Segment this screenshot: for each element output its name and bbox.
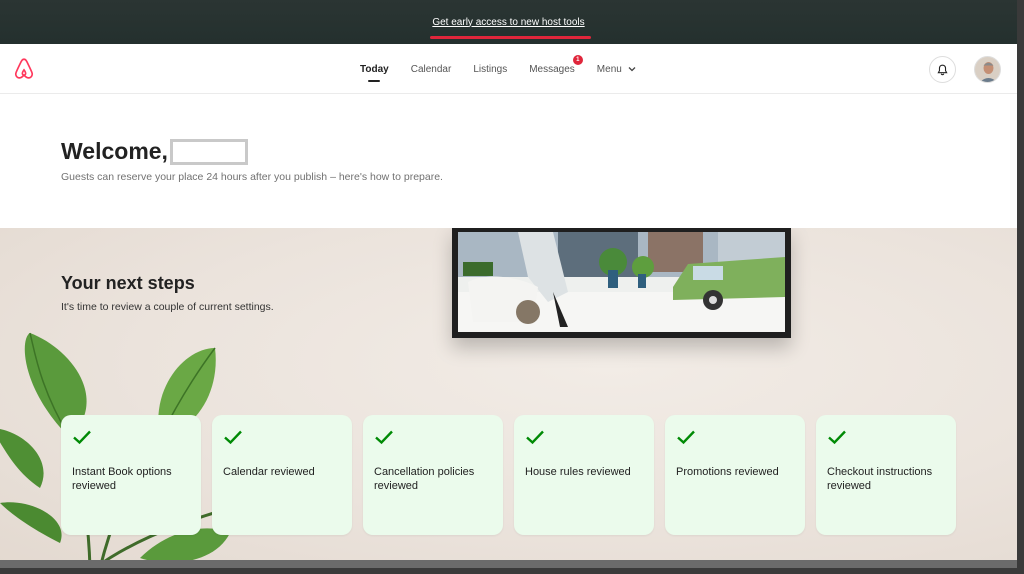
main-nav: Today Calendar Listings Messages 1 Menu xyxy=(360,44,658,94)
review-cards: Instant Book options reviewed Calendar r… xyxy=(61,415,956,535)
top-banner: Get early access to new host tools xyxy=(0,0,1017,44)
welcome-title: Welcome, xyxy=(61,138,248,165)
next-steps-title: Your next steps xyxy=(61,273,195,293)
app-window: Get early access to new host tools Today… xyxy=(0,0,1017,568)
chevron-down-icon xyxy=(628,67,636,72)
card-promotions[interactable]: Promotions reviewed xyxy=(665,415,805,535)
framed-picture xyxy=(452,228,791,338)
nav-messages[interactable]: Messages 1 xyxy=(529,44,583,94)
nav-today[interactable]: Today xyxy=(360,44,389,94)
nav-calendar[interactable]: Calendar xyxy=(411,44,452,94)
card-checkout-instructions[interactable]: Checkout instructions reviewed xyxy=(816,415,956,535)
check-icon xyxy=(375,430,393,445)
nav-menu[interactable]: Menu xyxy=(597,44,636,94)
card-instant-book[interactable]: Instant Book options reviewed xyxy=(61,415,201,535)
check-icon xyxy=(224,430,242,445)
card-cancellation-policies[interactable]: Cancellation policies reviewed xyxy=(363,415,503,535)
check-icon xyxy=(828,430,846,445)
profile-avatar[interactable] xyxy=(974,56,1001,83)
next-steps-subtitle: It's time to review a couple of current … xyxy=(61,301,274,313)
banner-highlight xyxy=(430,36,591,39)
notifications-button[interactable] xyxy=(929,56,956,83)
redacted-name xyxy=(169,138,248,165)
welcome-section: Welcome, Guests can reserve your place 2… xyxy=(0,94,1017,228)
avatar-photo xyxy=(975,57,1000,82)
next-steps-section: Your next steps It's time to review a co… xyxy=(0,228,1017,568)
airbnb-logo-icon[interactable] xyxy=(12,57,36,81)
header: Today Calendar Listings Messages 1 Menu xyxy=(0,44,1017,94)
early-access-link[interactable]: Get early access to new host tools xyxy=(432,17,584,28)
bell-icon xyxy=(937,64,948,75)
check-icon xyxy=(73,430,91,445)
card-calendar[interactable]: Calendar reviewed xyxy=(212,415,352,535)
check-icon xyxy=(677,430,695,445)
messages-badge: 1 xyxy=(572,55,583,65)
welcome-subtitle: Guests can reserve your place 24 hours a… xyxy=(61,171,443,183)
nav-listings[interactable]: Listings xyxy=(473,44,507,94)
window-bottom-edge xyxy=(0,560,1017,568)
card-house-rules[interactable]: House rules reviewed xyxy=(514,415,654,535)
check-icon xyxy=(526,430,544,445)
